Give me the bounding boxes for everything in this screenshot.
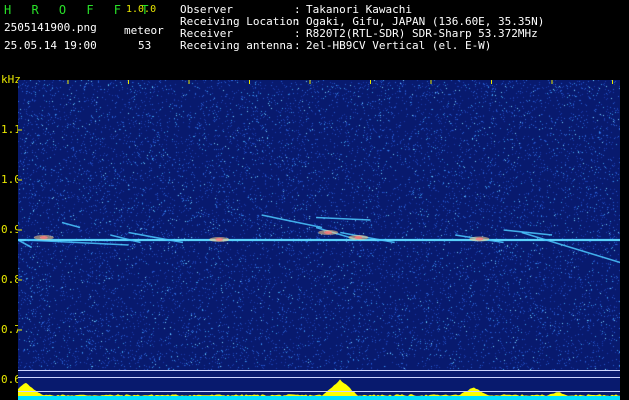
timestamp-label: 25.05.14 19:00 — [4, 39, 97, 52]
info-antenna-label: Receiving antenna — [180, 39, 293, 52]
meteor-trace — [261, 214, 323, 229]
meteor-trace — [521, 231, 620, 264]
meteor-hotspot-core — [324, 231, 333, 234]
spectrogram-overlay — [18, 80, 620, 331]
meteor-hotspot-core — [39, 236, 48, 239]
spectrogram-plot — [18, 80, 620, 370]
power-chart — [18, 379, 620, 400]
band-separator-top — [18, 370, 620, 371]
app-version: 1.0.0 — [126, 4, 157, 15]
meteor-hotspot-core — [354, 236, 363, 239]
detection-label: meteor — [124, 24, 164, 37]
power-band — [18, 370, 620, 400]
filename-label: 2505141900.png — [4, 21, 97, 34]
info-antenna-value: 2el-HB9CV Vertical (el. E-W) — [306, 39, 492, 52]
meteor-trace — [316, 216, 371, 221]
power-baseline — [18, 396, 620, 400]
band-separator-mid — [18, 377, 620, 378]
meteor-trace — [110, 234, 141, 244]
meteor-trace — [61, 221, 81, 229]
meteor-hotspot-core — [475, 237, 484, 241]
band-separator-low — [18, 391, 620, 392]
meteor-hotspot-core — [215, 238, 224, 241]
right-margin — [620, 80, 629, 400]
detection-count: 53 — [138, 39, 152, 52]
info-colon: : — [294, 39, 301, 52]
